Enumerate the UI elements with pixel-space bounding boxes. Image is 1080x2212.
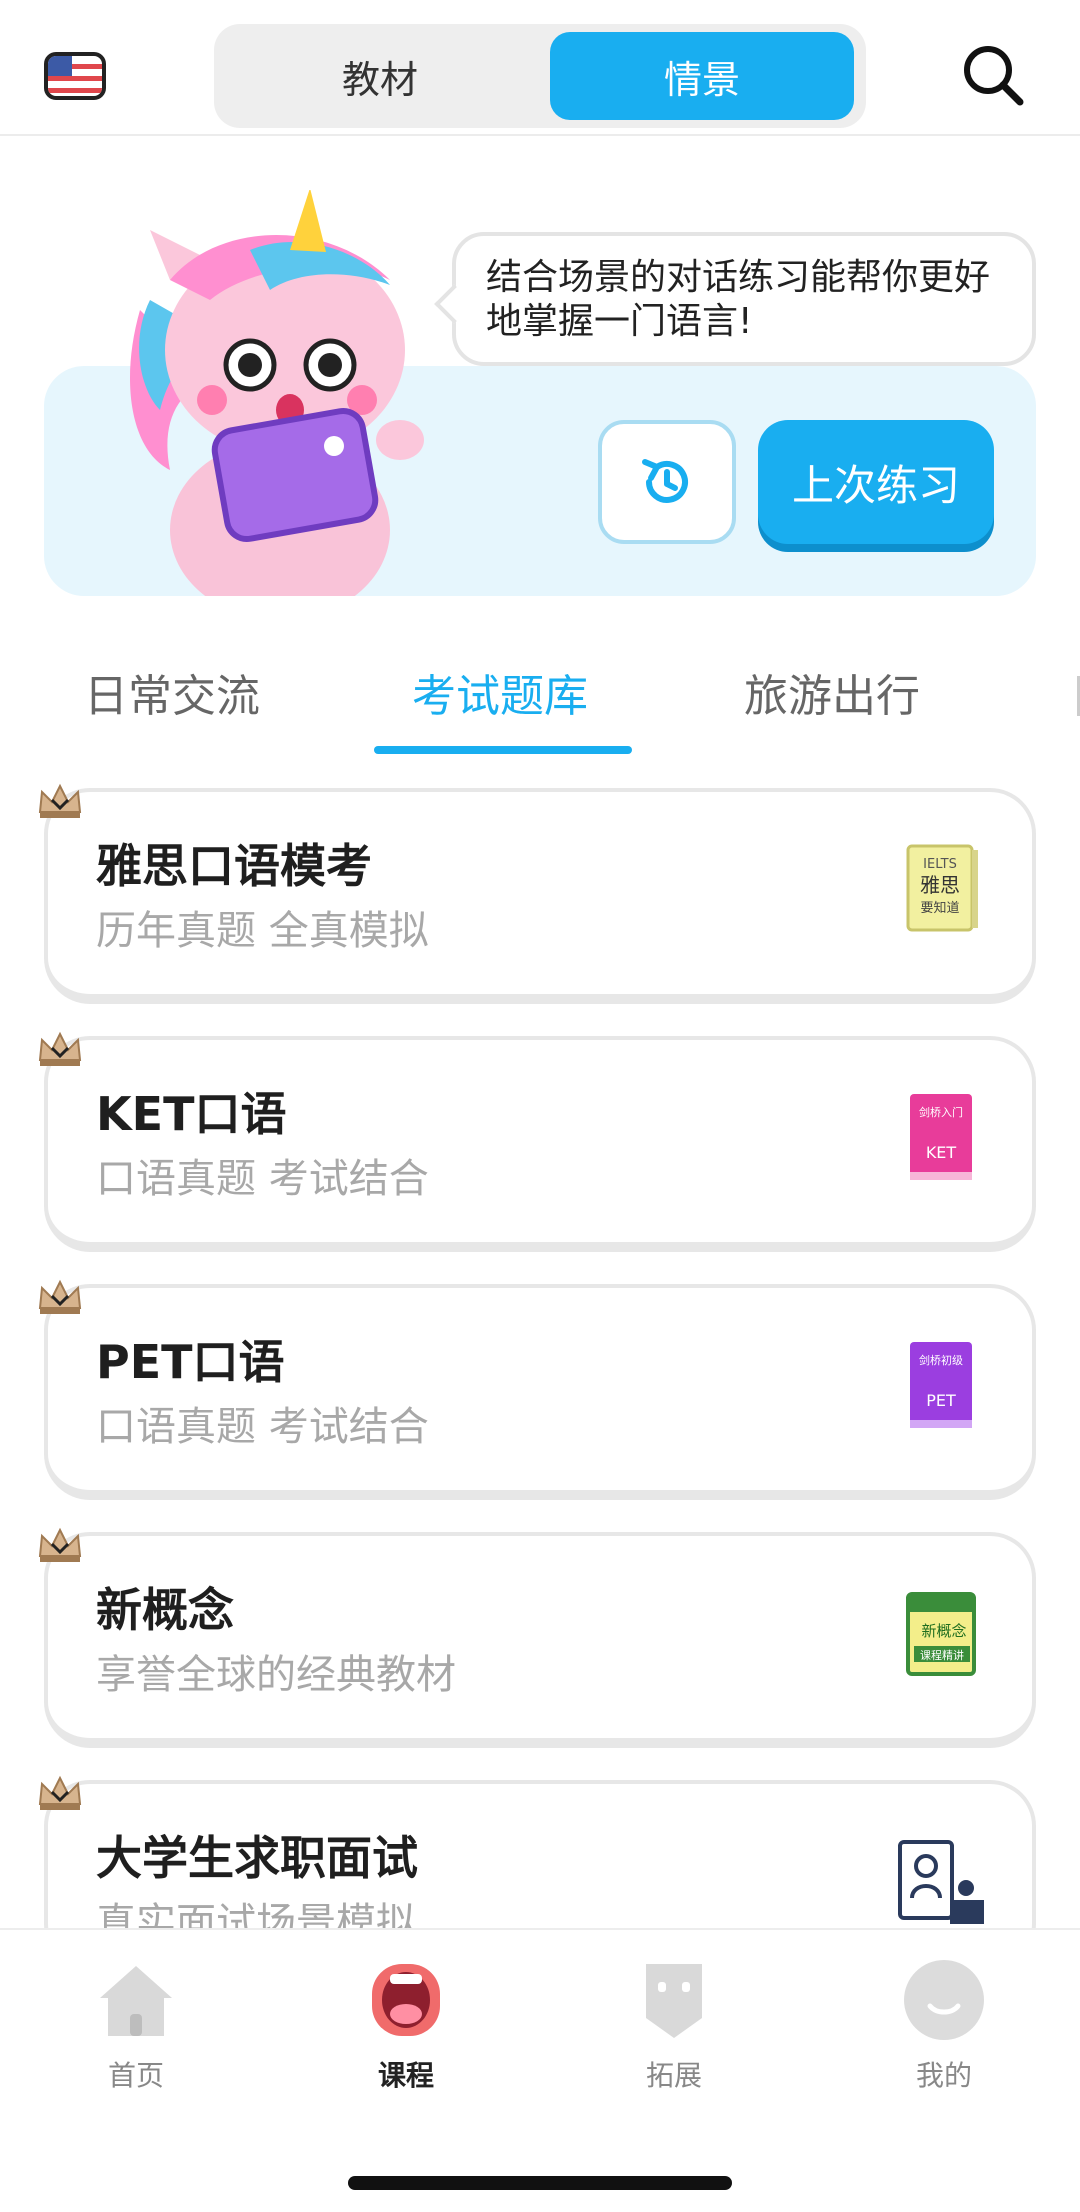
ielts-book-icon: IELTS 雅思 要知道 [906,844,978,932]
nav-home[interactable]: 首页 [56,1956,216,2106]
tab-exam-bank[interactable]: 考试题库 [412,660,588,724]
svg-text:要知道: 要知道 [920,900,959,916]
pet-book-icon: 剑桥初级 PET [910,1342,972,1428]
svg-text:IELTS: IELTS [923,857,957,872]
history-clock-icon [642,459,688,503]
unicorn-mascot-image [130,190,424,596]
new-concept-book-icon: 新概念 课程精讲 [906,1592,976,1676]
svg-text:剑桥初级: 剑桥初级 [919,1353,963,1367]
tab-travel[interactable]: 旅游出行 [744,660,920,724]
card-title: PET口语 [96,1335,285,1389]
course-mouth-icon [372,1964,440,2036]
tab-daily-communication[interactable]: 日常交流 [84,660,260,724]
active-tab-indicator [374,746,632,754]
home-indicator[interactable] [348,2176,732,2190]
nav-expand-label: 拓展 [645,2059,702,2092]
card-title: 大学生求职面试 [96,1831,418,1885]
svg-text:雅思: 雅思 [920,873,960,897]
tabs-scroll-hint [1072,676,1080,716]
home-icon [100,1966,172,2036]
segment-scenario-button[interactable]: 情景 [550,32,854,120]
course-card-ket[interactable]: KET口语 口语真题 考试结合 剑桥入门 KET [38,1031,1036,1252]
course-card-new-concept[interactable]: 新概念 享誉全球的经典教材 新概念 课程精讲 [38,1527,1036,1748]
interview-icon [898,1840,984,1924]
card-title: KET口语 [96,1087,287,1141]
crown-icon [38,1527,82,1562]
card-subtitle: 口语真题 考试结合 [96,1156,429,1202]
bottom-navigation: 首页 课程 拓展 我的 [0,1928,1080,2212]
top-header: 教材 情景 [0,0,1080,136]
crown-icon [38,1775,82,1810]
course-card-pet[interactable]: PET口语 口语真题 考试结合 剑桥初级 PET [38,1279,1036,1500]
speech-bubble: 结合场景的对话练习能帮你更好地掌握一门语言! [452,232,1036,366]
svg-text:剑桥入门: 剑桥入门 [919,1105,963,1119]
crown-icon [38,1279,82,1314]
nav-course[interactable]: 课程 [326,1956,486,2106]
nav-profile[interactable]: 我的 [864,1956,1024,2106]
card-title: 新概念 [96,1583,234,1637]
segment-textbook-button[interactable]: 教材 [228,32,532,120]
nav-expand[interactable]: 拓展 [594,1956,754,2106]
profile-icon [904,1960,984,2040]
ket-book-icon: 剑桥入门 KET [910,1094,972,1180]
svg-text:KET: KET [926,1143,957,1162]
speech-bubble-text: 结合场景的对话练习能帮你更好地掌握一门语言! [486,257,991,342]
last-practice-button[interactable]: 上次练习 [758,420,994,544]
search-icon[interactable] [960,42,1026,108]
nav-home-label: 首页 [107,2059,164,2092]
crown-icon [38,783,82,818]
card-title: 雅思口语模考 [96,839,372,893]
card-subtitle: 历年真题 全真模拟 [96,908,429,954]
course-card-ielts[interactable]: 雅思口语模考 历年真题 全真模拟 IELTS 雅思 要知道 [38,783,1036,1004]
crown-icon [38,1031,82,1066]
nav-course-label: 课程 [377,2059,434,2092]
us-flag-icon[interactable] [44,52,106,100]
svg-text:PET: PET [926,1391,956,1410]
card-subtitle: 享誉全球的经典教材 [96,1652,456,1698]
expand-icon [646,1964,702,2038]
history-button[interactable] [598,420,736,544]
svg-text:课程精讲: 课程精讲 [920,1648,964,1662]
nav-profile-label: 我的 [915,2059,972,2092]
svg-text:新概念: 新概念 [921,1622,966,1640]
card-subtitle: 口语真题 考试结合 [96,1404,429,1450]
mode-segmented-control: 教材 情景 [214,24,866,128]
